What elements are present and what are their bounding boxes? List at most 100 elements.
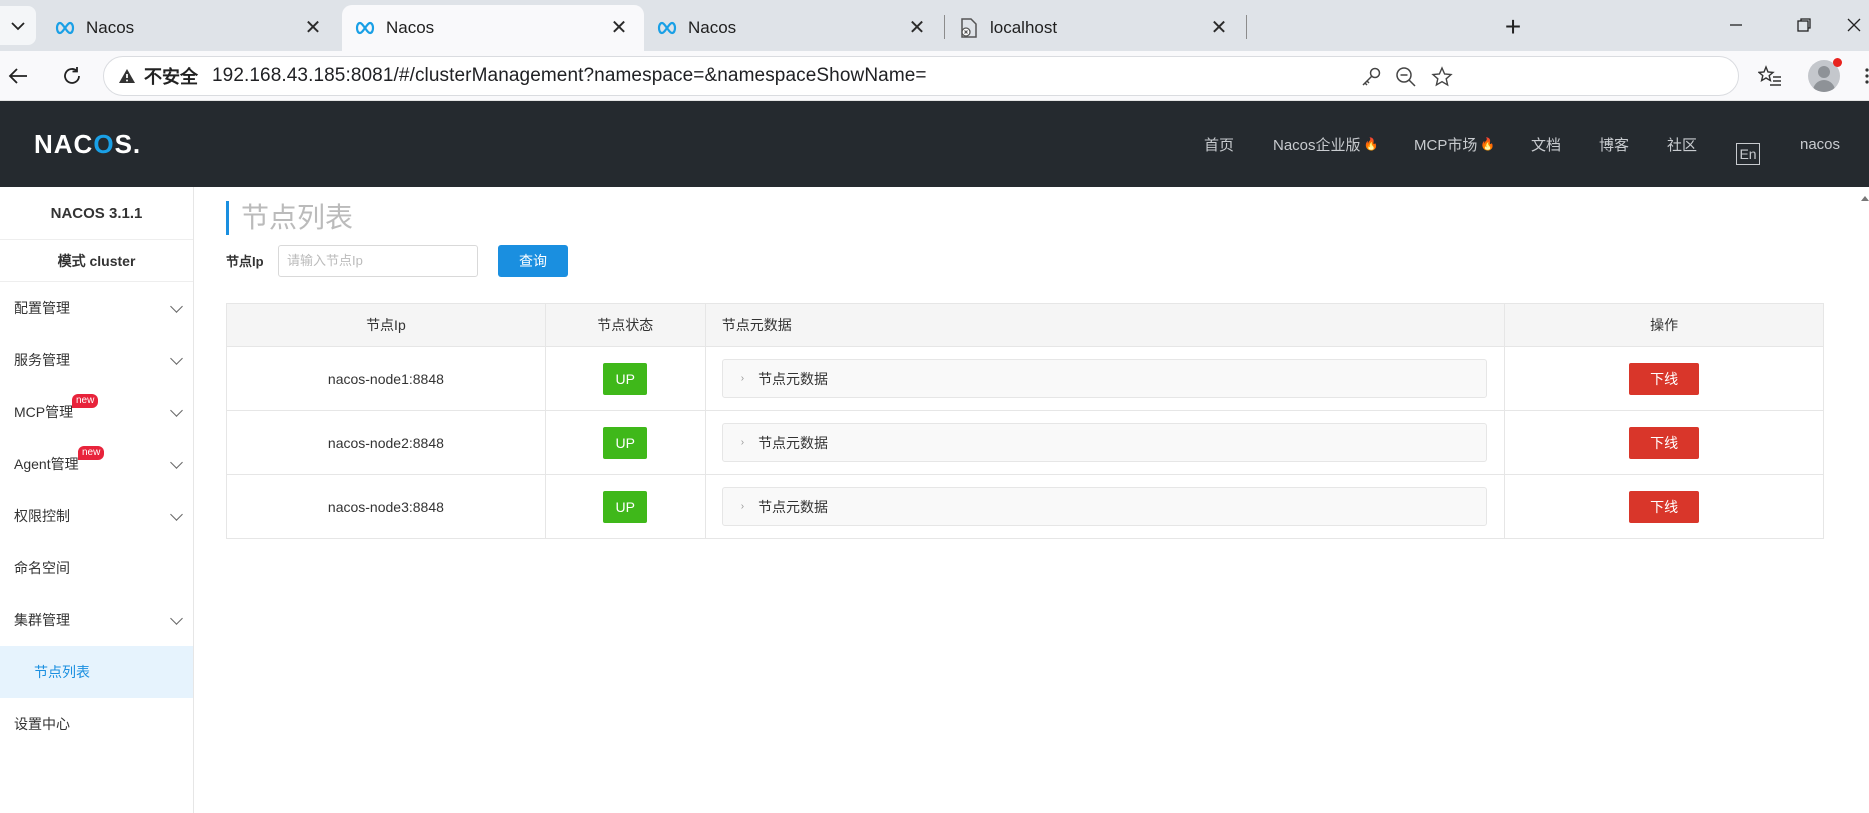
key-icon[interactable] [1359,65,1383,89]
fire-icon: 🔥 [1363,137,1379,151]
nav-enterprise-label: Nacos企业版 [1273,136,1361,154]
sidebar-item-config[interactable]: 配置管理 [0,282,193,334]
more-options-icon[interactable] [1856,60,1869,92]
security-label[interactable]: 不安全 [144,63,198,89]
node-metadata-cell: › 节点元数据 [704,474,1506,539]
table-header-row: 节点Ip 节点状态 节点元数据 操作 [226,303,1824,347]
new-badge: new [72,394,99,408]
column-header-metadata: 节点元数据 [704,303,1506,347]
broken-page-icon [958,17,980,39]
window-close-icon[interactable] [1846,10,1869,40]
node-ip-cell: nacos-node3:8848 [226,474,546,539]
node-action-cell: 下线 [1504,346,1824,411]
browser-tab-1[interactable]: Nacos ✕ [42,5,338,51]
chevron-down-icon [170,456,183,469]
column-header-status: 节点状态 [544,303,706,347]
language-switch[interactable]: En [1736,143,1760,165]
minimize-icon[interactable] [1716,10,1756,40]
close-icon[interactable]: ✕ [1208,17,1230,39]
scrollbar-up-arrow[interactable] [1861,196,1869,201]
sidebar-item-label: MCP管理 [14,404,74,420]
sidebar-item-label: 服务管理 [14,352,70,368]
node-action-cell: 下线 [1504,410,1824,475]
back-arrow-icon[interactable] [2,60,34,92]
page-title: 节点列表 [226,201,353,235]
sidebar-item-label: 权限控制 [14,508,70,524]
metadata-expander[interactable]: › 节点元数据 [721,359,1488,398]
sidebar-item-namespace[interactable]: 命名空间 [0,542,193,594]
reload-icon[interactable] [56,60,88,92]
favorites-list-icon[interactable] [1754,60,1786,92]
nacos-logo[interactable]: NACOS. [34,129,141,160]
sidebar-item-service[interactable]: 服务管理 [0,334,193,386]
nav-enterprise[interactable]: Nacos企业版 🔥 [1273,101,1378,187]
nacos-favicon-icon [54,17,76,39]
chevron-right-icon: › [740,501,745,512]
browser-tab-3[interactable]: Nacos ✕ [644,5,942,51]
chevron-down-icon [170,352,183,365]
sidebar-item-settings[interactable]: 设置中心 [0,698,193,750]
node-status-cell: UP [544,346,706,411]
nav-community[interactable]: 社区 [1667,101,1697,187]
address-bar[interactable]: 不安全 192.168.43.185:8081/#/clusterManagem… [103,56,1739,96]
fire-icon: 🔥 [1480,137,1496,151]
chevron-right-icon: › [740,437,745,448]
node-action-cell: 下线 [1504,474,1824,539]
url-text[interactable]: 192.168.43.185:8081/#/clusterManagement?… [212,65,927,87]
browser-tab-4[interactable]: localhost ✕ [946,5,1244,51]
sidebar-item-label: Agent管理 [14,456,79,472]
sidebar-item-cluster[interactable]: 集群管理 [0,594,193,646]
offline-button[interactable]: 下线 [1629,362,1700,395]
nav-home[interactable]: 首页 [1204,101,1234,187]
profile-avatar[interactable] [1808,58,1842,92]
nacos-favicon-icon [656,17,678,39]
zoom-out-icon[interactable] [1394,65,1418,89]
browser-tab-2[interactable]: Nacos ✕ [342,5,644,51]
sidebar-item-label: 命名空间 [14,560,70,576]
offline-button[interactable]: 下线 [1629,426,1700,459]
node-table: 节点Ip 节点状态 节点元数据 操作 nacos-node1:8848 UP ›… [226,303,1824,539]
chevron-down-icon [170,508,183,521]
node-ip-input[interactable]: 请输入节点Ip [278,245,478,277]
tab-separator [1246,15,1247,39]
sidebar-item-node-list[interactable]: 节点列表 [0,646,193,698]
chevron-down-icon [170,300,183,313]
table-row: nacos-node2:8848 UP › 节点元数据 下线 [226,410,1824,475]
close-icon[interactable]: ✕ [608,17,630,39]
chevron-down-icon [170,404,183,417]
tab-title: Nacos [86,18,135,37]
sidebar-item-mcp[interactable]: MCP管理 new [0,386,193,438]
status-badge: UP [603,490,648,523]
sidebar-mode: 模式 cluster [0,240,193,282]
warning-icon [118,66,138,86]
metadata-expander[interactable]: › 节点元数据 [721,423,1488,462]
status-badge: UP [603,362,648,395]
nav-mcp-market[interactable]: MCP市场 🔥 [1414,101,1495,187]
close-icon[interactable]: ✕ [302,17,324,39]
nav-user[interactable]: nacos [1800,101,1840,187]
favorite-star-icon[interactable] [1430,65,1454,89]
node-status-cell: UP [544,474,706,539]
node-metadata-cell: › 节点元数据 [704,346,1506,411]
chevron-right-icon: › [740,373,745,384]
nav-blog[interactable]: 博客 [1599,101,1629,187]
metadata-label: 节点元数据 [758,434,829,451]
table-row: nacos-node1:8848 UP › 节点元数据 下线 [226,346,1824,411]
tab-title: Nacos [386,18,435,37]
restore-icon[interactable] [1784,10,1824,40]
chevron-down-icon [170,612,183,625]
tab-separator [944,15,945,39]
new-badge: new [78,446,105,460]
node-ip-cell: nacos-node1:8848 [226,346,546,411]
sidebar-item-agent[interactable]: Agent管理 new [0,438,193,490]
offline-button[interactable]: 下线 [1629,490,1700,523]
query-button[interactable]: 查询 [498,245,568,277]
metadata-expander[interactable]: › 节点元数据 [721,487,1488,526]
node-ip-label: 节点Ip [226,254,264,269]
sidebar-item-auth[interactable]: 权限控制 [0,490,193,542]
tab-search-button[interactable] [0,6,36,45]
new-tab-button[interactable]: + [1497,12,1529,44]
sidebar-version: NACOS 3.1.1 [0,187,193,240]
nav-docs[interactable]: 文档 [1531,101,1561,187]
close-icon[interactable]: ✕ [906,17,928,39]
